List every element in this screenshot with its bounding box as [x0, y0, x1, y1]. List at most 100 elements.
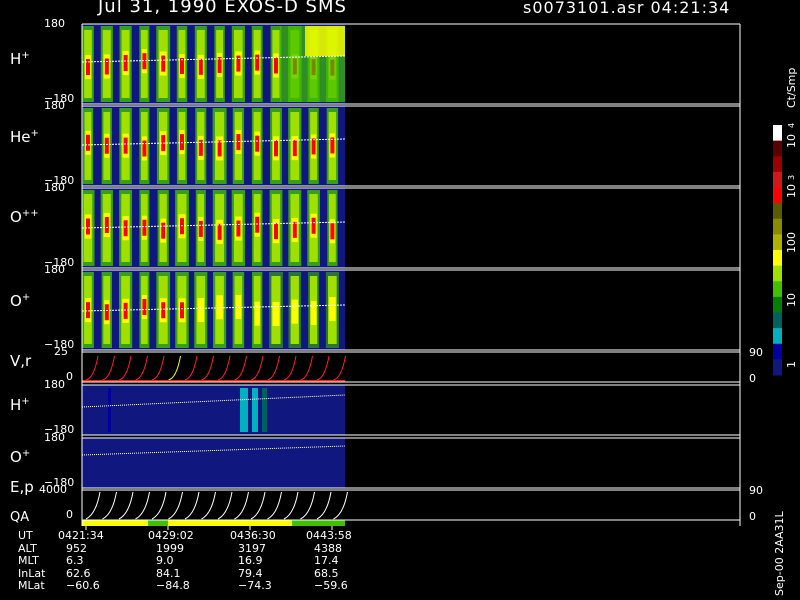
colorbar-tick-label: 1 [785, 361, 798, 368]
y-tick-min: 0 [66, 370, 73, 383]
energy-trace [118, 491, 134, 520]
panel-label-text: V,r [10, 352, 32, 370]
right-tick-max: 90 [749, 484, 763, 497]
spectrogram-peak [123, 137, 128, 154]
energy-trace [283, 491, 299, 520]
qa-segment [292, 520, 345, 526]
spectrogram-peak [274, 140, 278, 157]
spectrogram-band [216, 295, 223, 320]
velocity-trace [102, 355, 115, 381]
spectrogram-peak [198, 58, 203, 75]
panel-background [82, 385, 345, 435]
spectrogram-band [272, 301, 280, 326]
velocity-trace [217, 355, 231, 381]
spectrogram-peak [292, 221, 297, 238]
panel-label: O++ [10, 208, 39, 226]
spectrogram-peak [161, 55, 166, 72]
ephemeris-value: 0421:34 [58, 529, 104, 542]
spectrogram-peak [104, 216, 109, 233]
spectrogram-peak [180, 58, 184, 75]
panel-background [82, 438, 345, 488]
panel-label-sup: + [21, 292, 31, 303]
colorbar-swatch [773, 250, 782, 267]
colorbar-title: Ct/Smp [785, 67, 798, 108]
right-tick-max: 90 [749, 346, 763, 359]
panel-label-sup: ++ [21, 208, 39, 219]
colorbar-swatch [773, 187, 782, 204]
y-tick-min: 0 [66, 508, 73, 521]
spectrogram-peak [180, 302, 184, 319]
spectrogram-peak [274, 57, 278, 74]
energy-trace [300, 491, 315, 520]
panel-label: O+ [10, 292, 30, 310]
spectrogram-peak [198, 220, 203, 237]
panel-label-text: O [10, 448, 22, 466]
velocity-trace [85, 355, 99, 381]
velocity-trace [283, 355, 297, 381]
ephemeris-label: MLat [18, 579, 45, 592]
right-tick-min: 0 [749, 510, 756, 523]
energy-trace [250, 491, 266, 520]
ephemeris-label: UT [18, 529, 33, 542]
energy-trace [135, 491, 150, 520]
colorbar-swatch [773, 359, 782, 376]
spectrogram-band [108, 388, 111, 432]
y-tick-max: 25 [54, 345, 68, 358]
ephemeris-value: 0436:30 [230, 529, 276, 542]
spectrogram-peak [142, 140, 147, 157]
colorbar-swatch [773, 140, 782, 157]
panel-label-text: H [10, 50, 22, 68]
qa-segment [148, 520, 168, 526]
spectrogram-peak [86, 134, 90, 151]
colorbar-swatch [773, 343, 782, 360]
spectrogram-peak [86, 302, 90, 319]
spectrogram-peak [217, 57, 222, 74]
colorbar-tick-label: 4 [787, 122, 796, 128]
credit-label: Sep-00 2AA31L [773, 511, 786, 596]
colorbar-swatch [773, 281, 782, 298]
energy-trace [102, 491, 117, 520]
velocity-trace [118, 355, 132, 381]
spectrogram-peak [292, 140, 297, 157]
energy-trace [168, 491, 183, 520]
plot-stage: Jul 31, 1990 EXOS-D SMS s0073101.asr 04:… [0, 0, 800, 600]
plot-canvas [81, 23, 782, 530]
spectrogram-peak [311, 217, 316, 234]
spectrogram-peak [236, 220, 241, 237]
energy-trace [217, 491, 233, 520]
ephemeris-label: MLT [18, 554, 39, 567]
colorbar-tick-label: 3 [787, 174, 796, 180]
spectrogram-peak [255, 54, 260, 71]
chart-title: Jul 31, 1990 EXOS-D SMS [98, 0, 347, 17]
spectrogram-peak [86, 218, 90, 235]
ephemeris-value: 9.0 [156, 554, 174, 567]
spectrogram-peak [142, 53, 147, 70]
velocity-trace [151, 355, 165, 381]
colorbar-swatch [773, 265, 782, 282]
spectrogram-peak [161, 222, 166, 239]
velocity-trace [184, 355, 198, 381]
colorbar-swatch [773, 296, 782, 313]
ephemeris-value: 17.4 [314, 554, 339, 567]
qa-label: QA [10, 510, 30, 525]
spectrogram-peak [123, 55, 128, 72]
ephemeris-value: 0443:58 [306, 529, 352, 542]
colorbar-swatch [773, 218, 782, 235]
spectrogram-peak [255, 216, 260, 233]
y-tick-max: 180 [44, 99, 65, 112]
colorbar-tick-label: 10 [785, 134, 798, 148]
y-tick-max: 4000 [39, 483, 67, 496]
colorbar-swatch [773, 328, 782, 345]
colorbar-tick-label: 100 [785, 232, 798, 253]
panel-label-text: H [10, 396, 22, 414]
velocity-trace [333, 355, 346, 381]
qa-segment [168, 520, 292, 526]
qa-segment [82, 520, 148, 526]
y-tick-max: 180 [44, 263, 65, 276]
ephemeris-value: −84.8 [156, 579, 190, 592]
colorbar-swatch [773, 171, 782, 188]
energy-trace [184, 491, 200, 520]
y-tick-max: 180 [44, 181, 65, 194]
panel-label-text: E,p [10, 478, 34, 496]
energy-trace [316, 491, 332, 520]
